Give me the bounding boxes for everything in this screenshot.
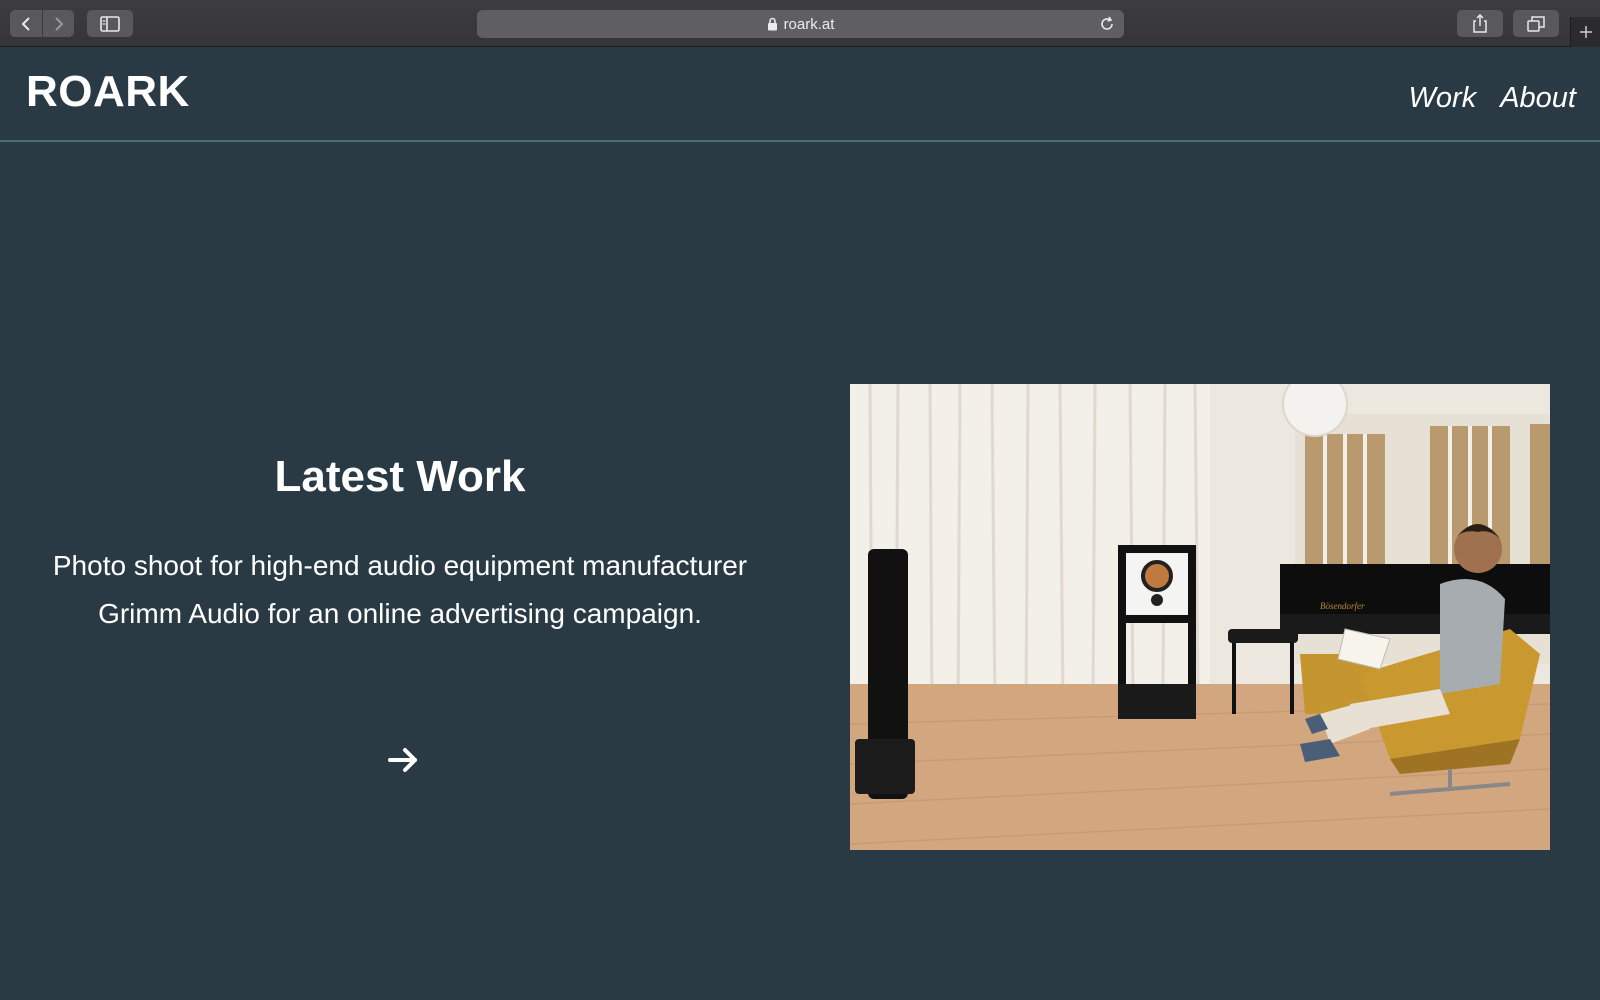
browser-toolbar: roark.at (0, 0, 1600, 47)
tabs-icon (1527, 15, 1545, 32)
plus-icon (1579, 26, 1592, 38)
nav-link-about[interactable]: About (1500, 82, 1576, 115)
site-header: ROARK Work About (0, 47, 1600, 142)
share-button[interactable] (1457, 10, 1503, 37)
forward-button[interactable] (42, 10, 74, 37)
new-tab-button[interactable] (1570, 17, 1600, 47)
arrow-right-icon[interactable] (386, 743, 420, 777)
piano-brand-text: Bösendorfer (1320, 601, 1365, 611)
nav-link-work[interactable]: Work (1409, 82, 1477, 115)
sidebar-toggle-button[interactable] (87, 10, 133, 37)
back-button[interactable] (10, 10, 42, 37)
tab-overview-button[interactable] (1513, 10, 1559, 37)
latest-work-title: Latest Work (274, 452, 526, 501)
address-bar[interactable]: roark.at (477, 10, 1124, 38)
sidebar-icon (100, 15, 120, 32)
chevron-left-icon (21, 16, 30, 31)
main-nav: Work About (1409, 82, 1576, 115)
lock-icon (767, 17, 777, 31)
history-buttons (10, 10, 74, 37)
url-text: roark.at (783, 15, 835, 33)
reload-button[interactable] (1098, 15, 1116, 38)
latest-work-section: Latest Work Photo shoot for high-end aud… (40, 452, 760, 638)
reload-icon (1101, 16, 1113, 30)
site-logo[interactable]: ROARK (26, 67, 190, 117)
share-icon (1473, 13, 1487, 33)
latest-work-description: Photo shoot for high-end audio equipment… (52, 550, 748, 629)
chevron-right-icon (54, 16, 63, 31)
latest-work-photo[interactable]: Bösendorfer (850, 384, 1550, 850)
